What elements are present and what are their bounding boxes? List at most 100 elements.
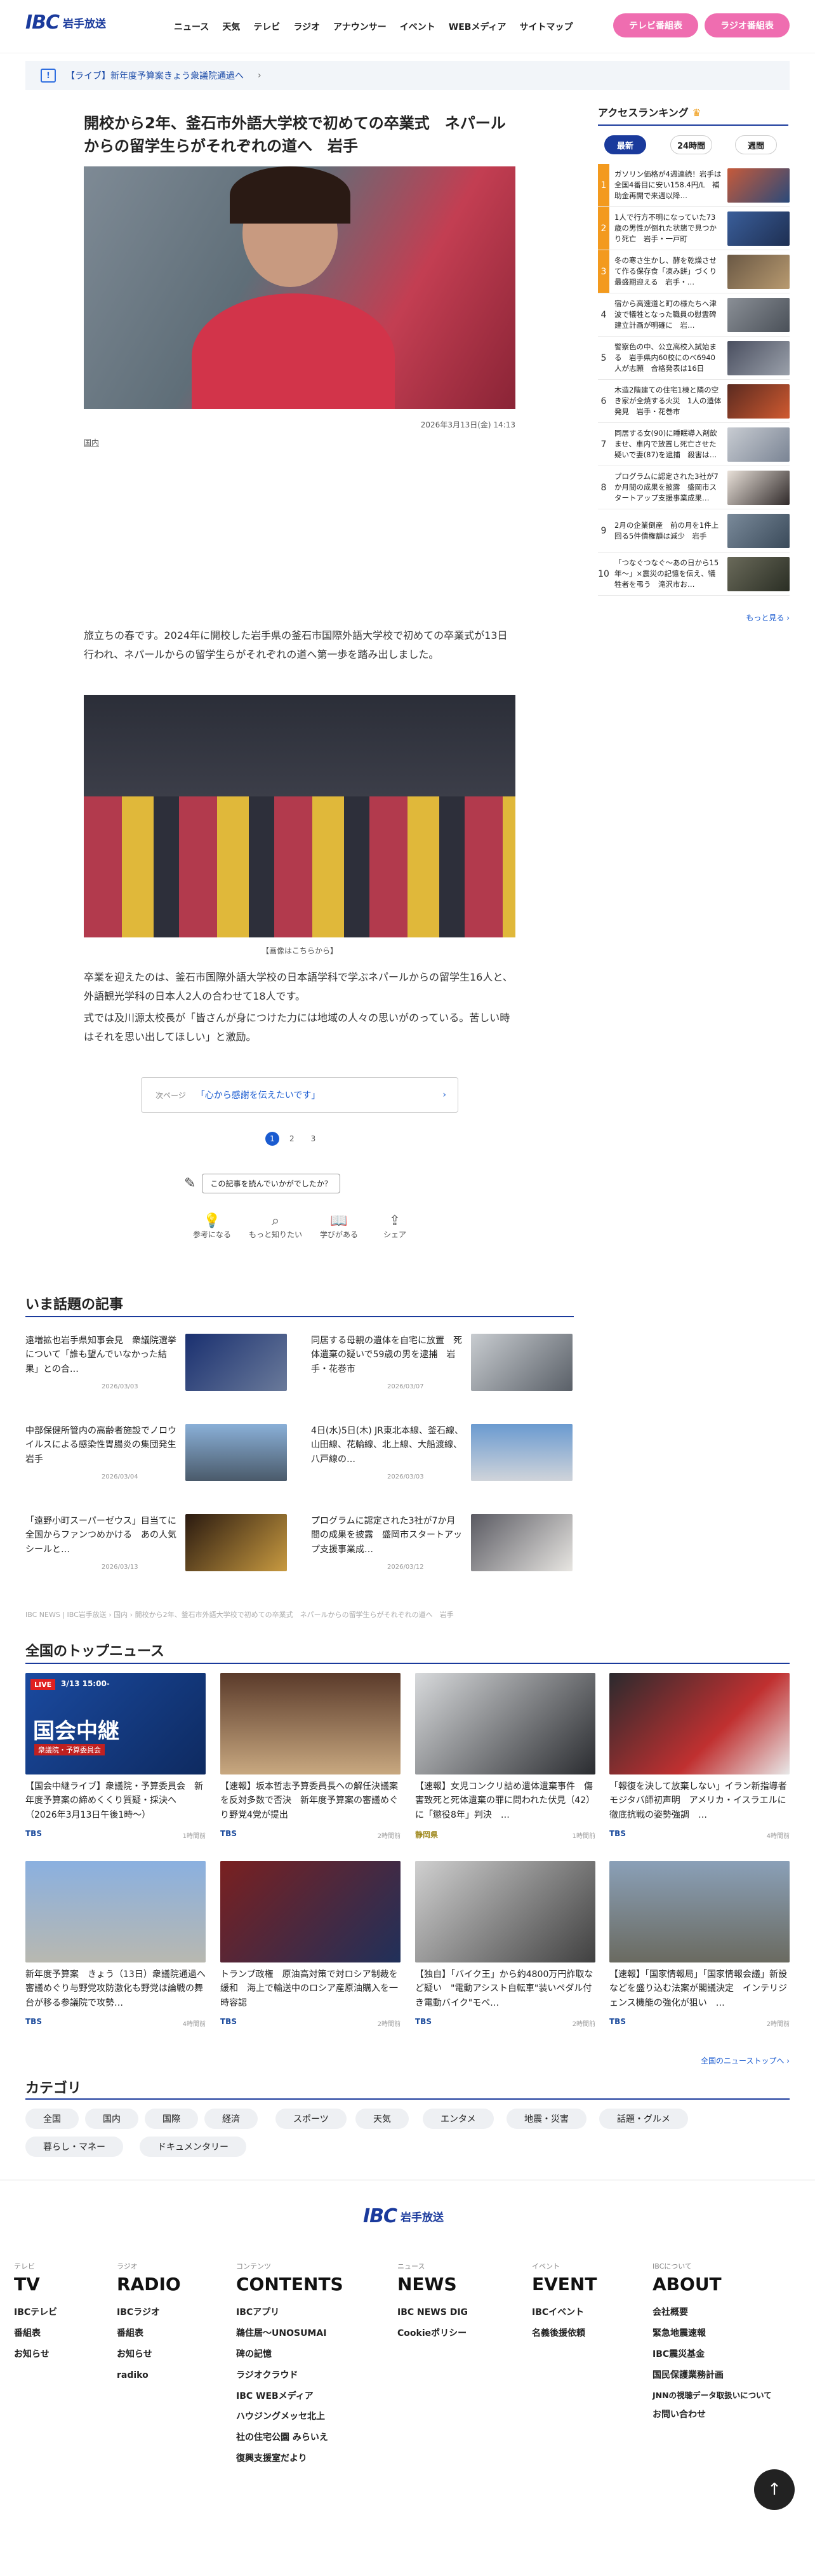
footer-link[interactable]: 社の住宅公園 みらいえ xyxy=(236,2427,388,2448)
footer-link[interactable]: IBCテレビ xyxy=(14,2302,109,2323)
reaction-share[interactable]: ⇪ シェア xyxy=(363,1213,427,1240)
news-card[interactable]: 新年度予算案 きょう（13日）衆議院通過へ 審議めぐり与野党攻防激化も野党は論戦… xyxy=(25,1861,206,2037)
breadcrumb[interactable]: IBC NEWS | IBC岩手放送 › 国内 › 開校から2年、釜石市外語大学… xyxy=(25,1609,574,1620)
ranking-item[interactable]: 5 警察色の中、公立高校入試始まる 岩手県内60校にのべ6940人が志願 合格発表… xyxy=(598,337,790,380)
footer-link[interactable]: IBCラジオ xyxy=(117,2302,225,2323)
ranking-item[interactable]: 1 ガソリン価格が4週連続！岩手は全国4番目に安い158.4円/L 補助金再開で来… xyxy=(598,164,790,207)
reaction-learn[interactable]: 📖 学びがある xyxy=(307,1213,371,1240)
footer-link[interactable]: IBC震災基金 xyxy=(653,2344,811,2365)
category-gourmet[interactable]: 話題・グルメ xyxy=(599,2109,688,2129)
ranking-item[interactable]: 7 同居する女(90)に睡眠導入剤飲ませ、車内で放置し死亡させた疑いで妻(87)を… xyxy=(598,423,790,466)
article-title: 開校から2年、釜石市外語大学校で初めての卒業式 ネパールからの留学生らがそれぞれ… xyxy=(84,114,506,155)
footer-link[interactable]: 鵜住居〜UNOSUMAI xyxy=(236,2323,388,2344)
next-page-link[interactable]: 次ページ 「心から感謝を伝えたいです」 › xyxy=(141,1077,458,1113)
footer-link[interactable]: お問い合わせ xyxy=(653,2405,811,2425)
footer-link[interactable]: IBCイベント xyxy=(532,2302,640,2323)
category-living[interactable]: 暮らし・マネー xyxy=(25,2137,123,2157)
back-to-top-button[interactable]: ↑ xyxy=(754,2469,795,2510)
category-documentary[interactable]: ドキュメンタリー xyxy=(140,2137,246,2157)
footer-heading[interactable]: TV xyxy=(14,2274,109,2295)
trending-item[interactable]: 中部保健所管内の高齢者施設でノロウイルスによる感染性胃腸炎の集団発生 岩手 20… xyxy=(25,1424,292,1484)
category-international[interactable]: 国際 xyxy=(145,2109,198,2129)
category-weather[interactable]: 天気 xyxy=(355,2109,409,2129)
ranking-more-link[interactable]: もっと見る › xyxy=(717,612,790,623)
image-caption[interactable]: 【画像はこちらから】 xyxy=(84,945,515,956)
ranking-item[interactable]: 3 冬の寒さ生かし、酵を乾燥させて作る保存食「凍み餅」づくり最盛期迎える 岩手・… xyxy=(598,250,790,293)
radio-schedule-button[interactable]: ラジオ番組表 xyxy=(705,13,790,37)
trending-item[interactable]: プログラムに認定された3社が7か月間の成果を披露 盛岡市スタートアップ支援事業成… xyxy=(311,1514,578,1574)
category-entertainment[interactable]: エンタメ xyxy=(423,2109,494,2129)
footer-link[interactable]: お知らせ xyxy=(14,2344,109,2365)
top-news-more-link[interactable]: 全国のニューストップへ › xyxy=(647,2055,790,2066)
news-card[interactable]: 【速報】女児コンクリ詰め遺体遺棄事件 傷害致死と死体遺棄の罪に問われた伏見（42… xyxy=(415,1673,595,1849)
trending-date: 2026/03/03 xyxy=(387,1473,424,1480)
nav-news[interactable]: ニュース xyxy=(174,20,209,33)
trending-item[interactable]: 「遠野小町スーパーゼウス」目当てに全国からファンつめかける あの人気シールと… … xyxy=(25,1514,292,1574)
nav-sitemap[interactable]: サイトマップ xyxy=(519,20,573,33)
site-logo[interactable]: IBC 岩手放送 xyxy=(25,11,106,34)
category-economy[interactable]: 経済 xyxy=(204,2109,258,2129)
nav-radio[interactable]: ラジオ xyxy=(293,20,320,33)
news-card[interactable]: 【速報】坂本哲志予算委員長への解任決議案を反対多数で否決 新年度予算案の審議めぐ… xyxy=(220,1673,401,1849)
tv-schedule-button[interactable]: テレビ番組表 xyxy=(613,13,698,37)
reaction-helpful[interactable]: 💡 参考になる xyxy=(180,1213,244,1240)
footer-link[interactable]: radiko xyxy=(117,2365,225,2386)
footer-link[interactable]: IBCアプリ xyxy=(236,2302,388,2323)
tab-latest[interactable]: 最新 xyxy=(604,135,646,154)
live-overlay-title: 国会中継 xyxy=(33,1719,119,1744)
ranking-item[interactable]: 6 木造2階建ての住宅1棟と隣の空き家が全焼する火災 1人の遺体発見 岩手・花巻市 xyxy=(598,380,790,423)
footer-link[interactable]: 番組表 xyxy=(14,2323,109,2344)
footer-link[interactable]: Cookieポリシー xyxy=(397,2323,524,2344)
reaction-more[interactable]: ⌕ もっと知りたい xyxy=(244,1213,307,1240)
footer-logo[interactable]: IBC 岩手放送 xyxy=(363,2205,444,2227)
category-disaster[interactable]: 地震・災害 xyxy=(507,2109,586,2129)
footer-link[interactable]: 碑の記憶 xyxy=(236,2344,388,2365)
article-category[interactable]: 国内 xyxy=(84,437,99,448)
footer-link[interactable]: 国民保護業務計画 xyxy=(653,2365,811,2386)
tab-24h[interactable]: 24時間 xyxy=(670,135,712,154)
trending-item[interactable]: 同居する母親の遺体を自宅に放置 死体遺棄の疑いで59歳の男を逮捕 岩手・花巻市 … xyxy=(311,1334,578,1393)
news-card[interactable]: LIVE 3/13 15:00- 国会中継 衆議院・予算委員会 【国会中継ライブ… xyxy=(25,1673,206,1849)
news-card[interactable]: 【速報】「国家情報局」「国家情報会議」新設などを盛り込む法案が閣議決定 インテリ… xyxy=(609,1861,790,2037)
footer-link[interactable]: IBC NEWS DIG xyxy=(397,2302,524,2323)
trending-item[interactable]: 4日(水)5日(木) JR東北本線、釜石線、山田線、花輪線、北上線、大船渡線、八… xyxy=(311,1424,578,1484)
category-national[interactable]: 全国 xyxy=(25,2109,79,2129)
ranking-item[interactable]: 2 1人で行方不明になっていた73歳の男性が倒れた状態で見つかり死亡 岩手・一戸町 xyxy=(598,207,790,250)
footer-heading[interactable]: CONTENTS xyxy=(236,2274,388,2295)
category-sports[interactable]: スポーツ xyxy=(275,2109,347,2129)
footer-link[interactable]: お知らせ xyxy=(117,2344,225,2365)
footer-link[interactable]: ラジオクラウド xyxy=(236,2365,388,2386)
footer-link[interactable]: IBC WEBメディア xyxy=(236,2386,388,2407)
news-card[interactable]: トランプ政権 原油高対策で対ロシア制裁を緩和 海上で輸送中のロシア産原油購入を一… xyxy=(220,1861,401,2037)
tab-weekly[interactable]: 週間 xyxy=(735,135,777,154)
ranking-item[interactable]: 4 宿から高速道と町の様たちへ津波で犠牲となった職員の慰霊碑建立計画が明確に 岩… xyxy=(598,293,790,337)
footer-link[interactable]: 会社概要 xyxy=(653,2302,811,2323)
footer-link[interactable]: 名義後援依頼 xyxy=(532,2323,640,2344)
nav-event[interactable]: イベント xyxy=(400,20,435,33)
footer-heading[interactable]: ABOUT xyxy=(653,2274,811,2295)
footer-heading[interactable]: RADIO xyxy=(117,2274,225,2295)
ranking-item[interactable]: 9 2月の企業倒産 前の月を1件上回る5件債権額は減少 岩手 xyxy=(598,509,790,553)
trending-item[interactable]: 遠増拡也岩手県知事会見 衆議院選挙について「誰も望んでいなかった結果」との合… … xyxy=(25,1334,292,1393)
page-2[interactable]: 2 xyxy=(289,1134,295,1143)
category-domestic[interactable]: 国内 xyxy=(85,2109,138,2129)
rank-text: 冬の寒さ生かし、酵を乾燥させて作る保存食「凍み餅」づくり最盛期迎える 岩手・… xyxy=(614,256,717,286)
nav-weather[interactable]: 天気 xyxy=(222,20,240,33)
news-card[interactable]: 「報復を決して放棄しない」イラン新指導者モジタバ師初声明 アメリカ・イスラエルに… xyxy=(609,1673,790,1849)
news-card[interactable]: 【独自】「バイク王」から約4800万円詐取など疑い "電動アシスト自転車"装いペ… xyxy=(415,1861,595,2037)
nav-web-media[interactable]: WEBメディア xyxy=(449,20,507,33)
footer-link[interactable]: JNNの視聴データ取扱いについて xyxy=(653,2386,811,2405)
nav-tv[interactable]: テレビ xyxy=(253,20,280,33)
ranking-item[interactable]: 10 「つなぐつなぐ〜あの日から15年〜」×震災の記憶を伝え、犠牲者を弔う 滝沢市… xyxy=(598,553,790,596)
footer-heading[interactable]: NEWS xyxy=(397,2274,524,2295)
page-1[interactable]: 1 xyxy=(265,1132,279,1146)
footer-link[interactable]: 復興支援室だより xyxy=(236,2448,388,2469)
footer-heading[interactable]: EVENT xyxy=(532,2274,640,2295)
ranking-item[interactable]: 8 プログラムに認定された3社が7か月間の成果を披露 盛岡市スタートアップ支援事業… xyxy=(598,466,790,509)
footer-link[interactable]: 緊急地震速報 xyxy=(653,2323,811,2344)
live-ticker[interactable]: ! 【ライブ】新年度予算案きょう衆議院通過へ › xyxy=(25,61,790,90)
footer-link[interactable]: ハウジングメッセ北上 xyxy=(236,2406,388,2427)
page-3[interactable]: 3 xyxy=(311,1134,316,1143)
footer-link[interactable]: 番組表 xyxy=(117,2323,225,2344)
nav-announcer[interactable]: アナウンサー xyxy=(333,20,387,33)
